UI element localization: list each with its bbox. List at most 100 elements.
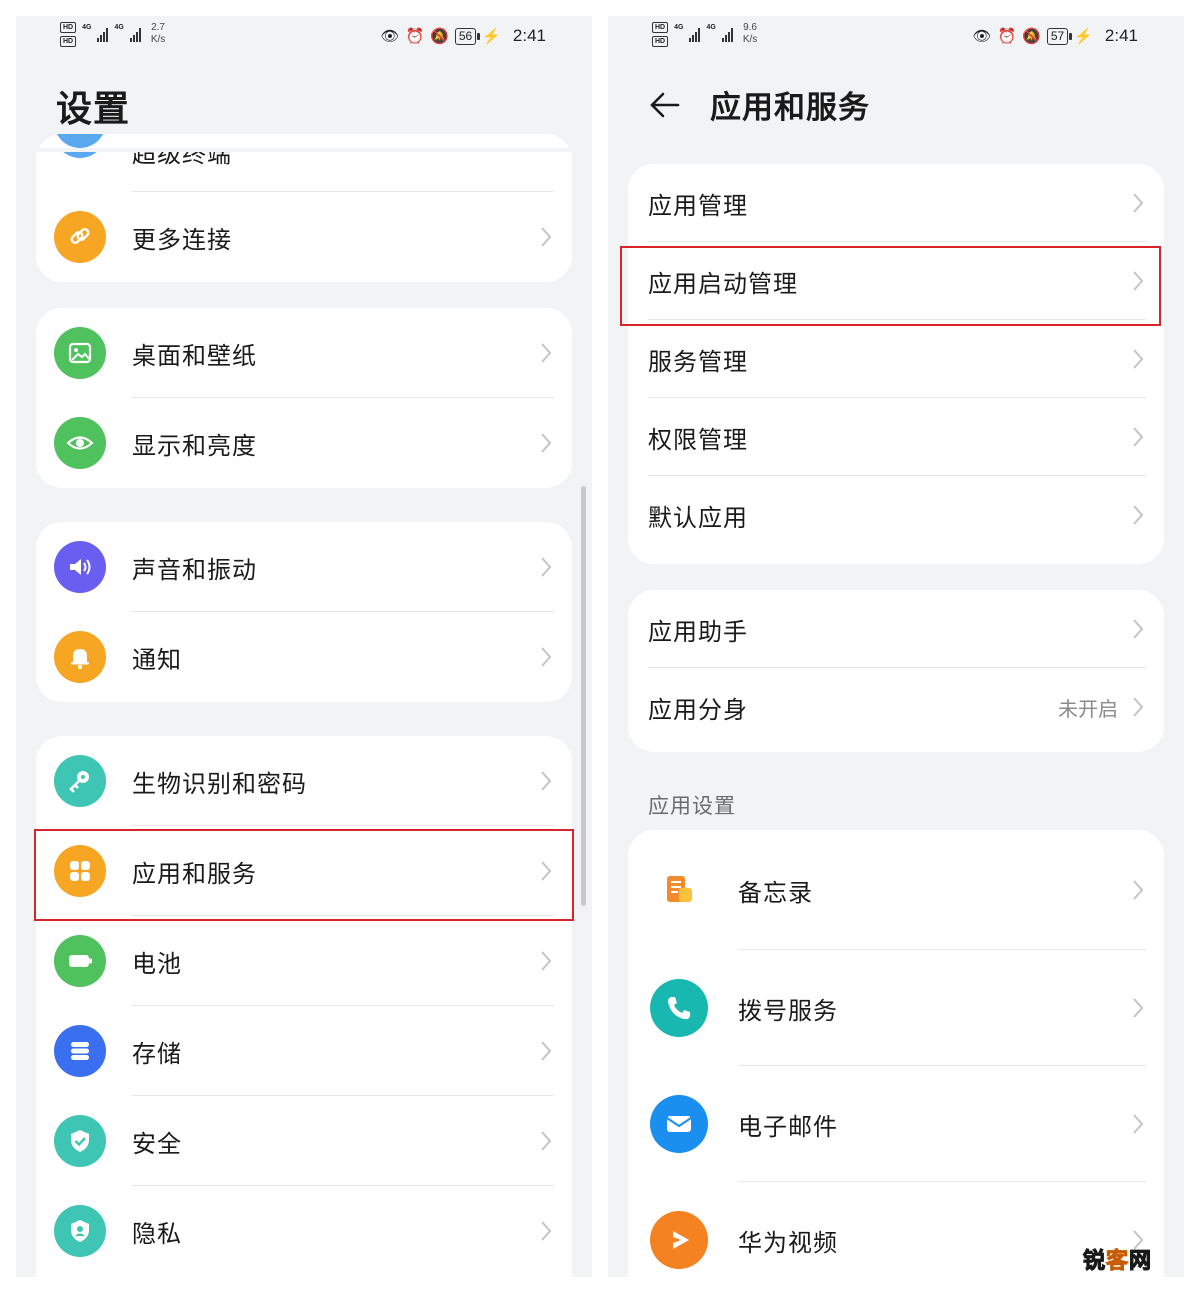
settings-item-notifications[interactable]: 通知 xyxy=(36,612,572,702)
app-item-label: 华为视频 xyxy=(738,1228,838,1257)
eye-comfort-icon: 👁 xyxy=(380,28,400,45)
shield-icon xyxy=(54,1115,106,1167)
hd-badge: HD xyxy=(60,36,77,47)
app-item-email[interactable]: 电子邮件 xyxy=(628,1066,1164,1182)
menu-item-label: 应用管理 xyxy=(648,191,748,220)
chevron-right-icon xyxy=(1133,697,1144,717)
chevron-right-icon xyxy=(541,861,552,881)
settings-item-label: 更多连接 xyxy=(132,225,232,254)
battery-icon: 57 xyxy=(1046,27,1073,45)
scrollbar[interactable] xyxy=(581,486,586,906)
network-type: 4G xyxy=(674,24,684,31)
app-settings-group: 备忘录 拨号服务 电子邮件 华为视频 xyxy=(628,830,1164,1277)
app-management-group: 应用管理 应用启动管理 服务管理 权限管理 默认应用 xyxy=(628,164,1164,564)
settings-item-display[interactable]: 显示和亮度 xyxy=(36,398,572,488)
menu-item-app-management[interactable]: 应用管理 xyxy=(628,164,1164,242)
menu-item-label: 权限管理 xyxy=(648,425,748,454)
app-item-label: 拨号服务 xyxy=(738,996,838,1025)
signal-icon xyxy=(721,28,733,42)
settings-screen: HD HD 4G 4G 2.7 K/s 👁 ⏰ 🔕 56 ⚡ 2:41 设置 xyxy=(16,16,592,1277)
link-icon xyxy=(54,211,106,263)
signal-icon xyxy=(129,28,141,42)
chevron-right-icon xyxy=(541,951,552,971)
settings-item-battery[interactable]: 电池 xyxy=(36,916,572,1006)
privacy-icon xyxy=(54,1205,106,1257)
settings-group-system: 生物识别和密码 应用和服务 电池 存储 安全 隐私 xyxy=(36,736,572,1277)
phone-icon xyxy=(650,979,708,1037)
mute-icon: 🔕 xyxy=(1022,28,1041,45)
settings-item-more-connections[interactable]: 更多连接 xyxy=(36,192,572,282)
settings-item-label: 生物识别和密码 xyxy=(132,769,307,798)
key-icon xyxy=(54,755,106,807)
chevron-right-icon xyxy=(1133,1114,1144,1134)
chevron-right-icon xyxy=(1133,193,1144,213)
app-item-notepad[interactable]: 备忘录 xyxy=(628,830,1164,950)
notepad-icon xyxy=(650,861,708,919)
app-item-label: 备忘录 xyxy=(738,878,813,907)
menu-item-label: 应用启动管理 xyxy=(648,269,798,298)
menu-item-label: 应用助手 xyxy=(648,617,748,646)
watermark: 锐客网 xyxy=(1082,1249,1152,1275)
back-arrow-icon[interactable] xyxy=(648,88,682,122)
settings-item-label: 隐私 xyxy=(132,1219,182,1248)
settings-group-sound: 声音和振动 通知 xyxy=(36,522,572,702)
network-speed: 9.6 K/s xyxy=(742,22,758,45)
settings-item-label: 通知 xyxy=(132,645,182,674)
hd-badge: HD xyxy=(652,36,669,47)
chevron-right-icon xyxy=(541,647,552,667)
app-item-label: 电子邮件 xyxy=(738,1112,838,1141)
chevron-right-icon xyxy=(541,1131,552,1151)
status-bar: HD HD 4G 4G 2.7 K/s 👁 ⏰ 🔕 56 ⚡ 2:41 xyxy=(16,16,592,64)
settings-item-apps-services[interactable]: 应用和服务 xyxy=(36,826,572,916)
menu-item-service-management[interactable]: 服务管理 xyxy=(628,320,1164,398)
chevron-right-icon xyxy=(541,433,552,453)
chevron-right-icon xyxy=(1133,427,1144,447)
chevron-right-icon xyxy=(1133,349,1144,369)
chevron-right-icon xyxy=(1133,880,1144,900)
hd-badge: HD xyxy=(652,22,669,33)
menu-item-label: 服务管理 xyxy=(648,347,748,376)
hd-badge: HD xyxy=(60,22,77,33)
signal-icon xyxy=(97,28,109,42)
chevron-right-icon xyxy=(1133,619,1144,639)
settings-item-label: 安全 xyxy=(132,1129,182,1158)
battery-icon: 56 xyxy=(454,27,481,45)
settings-item-sound[interactable]: 声音和振动 xyxy=(36,522,572,612)
settings-item-label: 应用和服务 xyxy=(132,859,257,888)
settings-item-privacy[interactable]: 隐私 xyxy=(36,1186,572,1276)
top-app-bar: 应用和服务 xyxy=(648,82,870,127)
network-type: 4G xyxy=(82,24,92,31)
settings-item-biometrics[interactable]: 生物识别和密码 xyxy=(36,736,572,826)
settings-group-display: 桌面和壁纸 显示和亮度 xyxy=(36,308,572,488)
bell-icon xyxy=(54,631,106,683)
page-title: 设置 xyxy=(56,89,131,130)
page-title: 应用和服务 xyxy=(710,90,870,126)
settings-item-wallpaper[interactable]: 桌面和壁纸 xyxy=(36,308,572,398)
video-play-icon xyxy=(650,1211,708,1269)
alarm-icon: ⏰ xyxy=(997,28,1017,45)
menu-item-app-assistant[interactable]: 应用助手 xyxy=(628,590,1164,668)
charging-icon: ⚡ xyxy=(1074,28,1093,45)
menu-item-app-twin[interactable]: 应用分身 未开启 xyxy=(628,668,1164,746)
settings-item-label: 存储 xyxy=(132,1039,182,1068)
settings-item-storage[interactable]: 存储 xyxy=(36,1006,572,1096)
menu-item-label: 应用分身 xyxy=(648,695,748,724)
mute-icon: 🔕 xyxy=(430,28,449,45)
settings-item-label: 声音和振动 xyxy=(132,555,257,584)
clipped-row-edge xyxy=(36,134,572,148)
chevron-right-icon xyxy=(541,557,552,577)
app-item-dialer[interactable]: 拨号服务 xyxy=(628,950,1164,1066)
chevron-right-icon xyxy=(541,343,552,363)
app-assistant-group: 应用助手 应用分身 未开启 xyxy=(628,590,1164,752)
settings-item-security[interactable]: 安全 xyxy=(36,1096,572,1186)
menu-item-permissions[interactable]: 权限管理 xyxy=(628,398,1164,476)
mail-icon xyxy=(650,1095,708,1153)
wallpaper-icon xyxy=(54,327,106,379)
menu-item-label: 默认应用 xyxy=(648,503,748,532)
menu-item-app-launch[interactable]: 应用启动管理 xyxy=(628,242,1164,320)
menu-item-default-apps[interactable]: 默认应用 xyxy=(628,476,1164,554)
chevron-right-icon xyxy=(1133,271,1144,291)
chevron-right-icon xyxy=(541,1221,552,1241)
section-header: 应用设置 xyxy=(648,794,736,818)
status-bar: HD HD 4G 4G 9.6 K/s 👁 ⏰ 🔕 57 ⚡ 2:41 xyxy=(608,16,1184,64)
